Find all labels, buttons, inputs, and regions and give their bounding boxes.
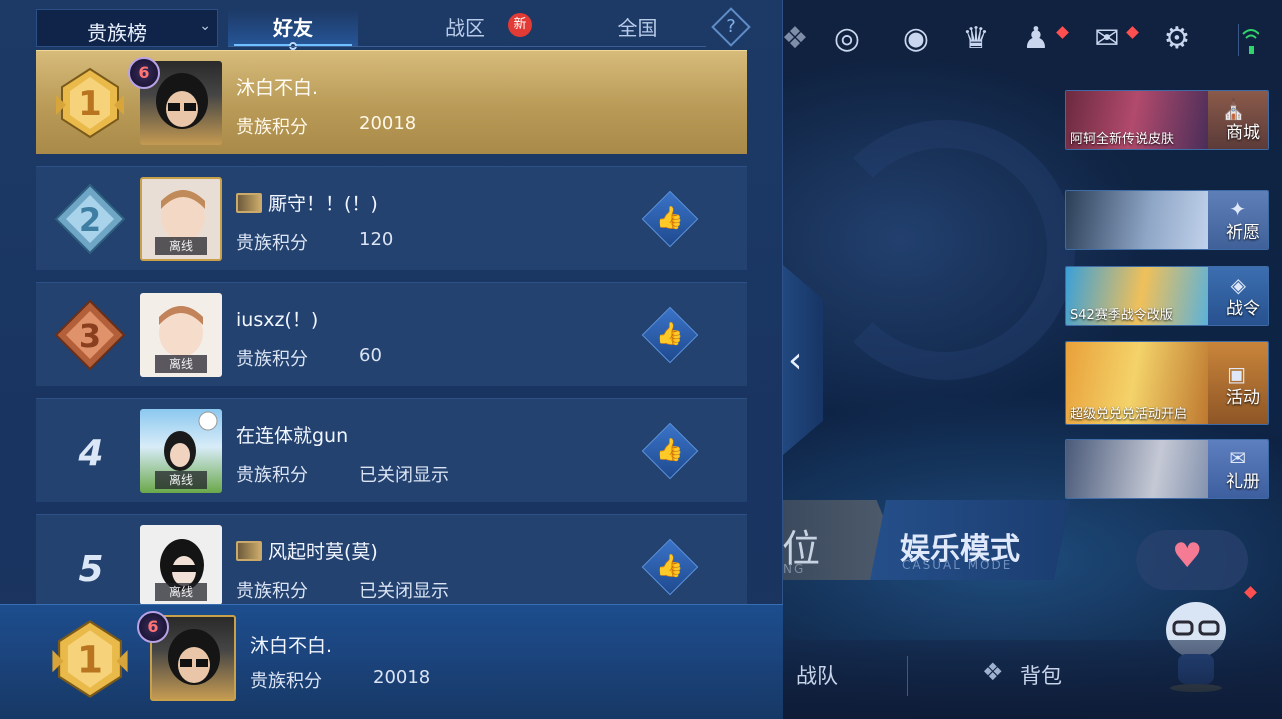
tab-zone[interactable]: 战区 bbox=[420, 10, 510, 46]
banner-wish-art bbox=[1066, 191, 1216, 249]
banner-label: 祈愿 bbox=[1226, 223, 1260, 243]
leaderboard-row[interactable]: 1 6 沐白不白. 贵族积分 20018 bbox=[36, 50, 747, 154]
avatar[interactable]: 离线 bbox=[140, 525, 222, 605]
svg-text:3: 3 bbox=[79, 317, 101, 355]
tab-divider bbox=[228, 46, 706, 47]
player-name: 在连体就gun bbox=[236, 425, 349, 447]
tab-label: 全国 bbox=[617, 16, 658, 40]
player-name-text: 风起时莫(莫) bbox=[268, 541, 378, 563]
score-value: 20018 bbox=[359, 113, 417, 134]
my-player-name: 沐白不白. bbox=[250, 635, 333, 657]
player-name: 风起时莫(莫) bbox=[236, 537, 378, 564]
player-name: 厮守！！(！) bbox=[236, 189, 378, 216]
tab-label: 好友 bbox=[273, 16, 313, 40]
svg-text:1: 1 bbox=[77, 637, 103, 681]
tab-friends[interactable]: 好友 bbox=[228, 10, 358, 50]
friends-icon[interactable]: ♟ bbox=[1017, 20, 1055, 58]
lobby-swirl-art bbox=[815, 120, 1075, 380]
noble-flag-icon bbox=[236, 193, 262, 213]
banner-event[interactable]: ▣ 超级兑兑兑活动开启 活动 bbox=[1065, 341, 1269, 425]
eye-icon[interactable]: ◉ bbox=[897, 20, 935, 58]
rank-silver-badge-icon: 2 bbox=[54, 183, 126, 255]
banner-caption: S42赛季战令改版 bbox=[1070, 308, 1173, 323]
score-label: 贵族积分 bbox=[236, 465, 308, 486]
leaderboard-row[interactable]: 2 离线 厮守！！(！) 贵族积分 120 👍 bbox=[36, 166, 747, 270]
avatar[interactable]: 离线 bbox=[140, 409, 222, 493]
offline-tag: 离线 bbox=[155, 583, 207, 601]
friends-red-dot bbox=[1056, 26, 1069, 39]
thumbs-up-icon: 👍 bbox=[656, 206, 684, 231]
bottom-divider bbox=[907, 656, 908, 696]
banner-caption: 超级兑兑兑活动开启 bbox=[1070, 407, 1188, 422]
score-value: 60 bbox=[359, 345, 382, 366]
thumbs-up-icon: 👍 bbox=[656, 438, 684, 463]
banner-caption: 阿轲全新传说皮肤 bbox=[1070, 132, 1175, 147]
banner-label: 活动 bbox=[1226, 388, 1260, 408]
score-label: 贵族积分 bbox=[236, 233, 308, 254]
offline-tag: 离线 bbox=[155, 355, 207, 373]
score-label: 贵族积分 bbox=[236, 581, 308, 602]
offline-tag: 离线 bbox=[155, 237, 207, 255]
trophy-icon[interactable]: ♛ bbox=[957, 20, 995, 58]
level-badge: 6 bbox=[137, 611, 169, 643]
mail-icon[interactable]: ✉ bbox=[1088, 20, 1126, 58]
score-label: 贵族积分 bbox=[236, 349, 308, 370]
svg-text:2: 2 bbox=[79, 201, 101, 239]
player-name: 沐白不白. bbox=[236, 77, 319, 99]
my-score-value: 20018 bbox=[373, 667, 431, 688]
leaderboard-panel: 贵族榜 ⌄ 好友 战区 新 全国 ? 1 6 沐白不白. 贵族积分 20018 … bbox=[0, 0, 783, 719]
heart-icon: ♥ bbox=[1172, 536, 1203, 576]
score-value: 已关闭显示 bbox=[359, 465, 449, 486]
mail-red-dot bbox=[1126, 26, 1139, 39]
tab-nation[interactable]: 全国 bbox=[590, 10, 685, 46]
score-label: 贵族积分 bbox=[250, 671, 322, 692]
my-rank-bar: 1 6 沐白不白. 贵族积分 20018 bbox=[0, 604, 783, 719]
leaderboard-row[interactable]: 5 离线 风起时莫(莫) 贵族积分 已关闭显示 👍 bbox=[36, 514, 747, 605]
rank-number: 4 bbox=[78, 433, 104, 474]
rank-gold-crown-icon: 1 bbox=[52, 620, 128, 698]
new-badge: 新 bbox=[508, 13, 532, 37]
settings-gear-icon[interactable]: ⚙ bbox=[1158, 20, 1196, 58]
banner-label: 战令 bbox=[1226, 299, 1260, 319]
player-name-text: 厮守！！(！) bbox=[268, 193, 378, 215]
ranked-mode-subtitle: NG bbox=[783, 562, 806, 576]
rank-bronze-badge-icon: 3 bbox=[54, 299, 126, 371]
rank-gold-crown-icon: 1 bbox=[56, 67, 124, 139]
leaderboard-row[interactable]: 4 离线 在连体就gun 贵族积分 已关闭显示 👍 bbox=[36, 398, 747, 502]
banner-label: 商城 bbox=[1226, 123, 1260, 143]
level-badge: 6 bbox=[128, 57, 160, 89]
rank-number: 5 bbox=[78, 549, 104, 590]
banner-gift-book[interactable]: ✉ 礼册 bbox=[1065, 439, 1269, 499]
team-button[interactable]: 战队 bbox=[796, 660, 838, 690]
score-value: 120 bbox=[359, 229, 394, 250]
banner-gift-book-art bbox=[1066, 440, 1216, 498]
help-icon: ? bbox=[726, 16, 736, 37]
banner-battle-pass[interactable]: ◈ S42赛季战令改版 战令 bbox=[1065, 266, 1269, 326]
wifi-signal-icon bbox=[1238, 24, 1260, 56]
offline-tag: 离线 bbox=[155, 471, 207, 489]
noble-flag-icon bbox=[236, 541, 262, 561]
banner-label: 礼册 bbox=[1226, 472, 1260, 492]
score-value: 已关闭显示 bbox=[359, 581, 449, 602]
leaderboard-row[interactable]: 3 离线 iusxz(！) 贵族积分 60 👍 bbox=[36, 282, 747, 386]
chevron-down-icon: ⌄ bbox=[199, 18, 211, 34]
target-icon[interactable]: ◎ bbox=[828, 20, 866, 58]
thumbs-up-icon: 👍 bbox=[656, 322, 684, 347]
avatar[interactable]: 离线 bbox=[140, 177, 222, 261]
casual-mode-subtitle: CASUAL MODE bbox=[902, 558, 1013, 572]
bag-icon: ❖ bbox=[982, 658, 1004, 686]
avatar[interactable]: 离线 bbox=[140, 293, 222, 377]
player-name: iusxz(！) bbox=[236, 309, 319, 331]
dropdown-value: 贵族榜 bbox=[87, 21, 147, 45]
leaderboard-type-dropdown[interactable]: 贵族榜 ⌄ bbox=[36, 9, 218, 47]
svg-text:1: 1 bbox=[78, 84, 102, 124]
thumbs-up-icon: 👍 bbox=[656, 554, 684, 579]
mascot-red-dot bbox=[1244, 586, 1257, 599]
banner-shop[interactable]: ⛪ 阿轲全新传说皮肤 商城 bbox=[1065, 90, 1269, 150]
tab-label: 战区 bbox=[445, 16, 485, 40]
score-label: 贵族积分 bbox=[236, 117, 308, 138]
banner-wish[interactable]: ✦ 祈愿 bbox=[1065, 190, 1269, 250]
bag-button[interactable]: 背包 bbox=[1020, 660, 1062, 690]
chevron-left-icon[interactable]: ‹ bbox=[788, 341, 802, 381]
